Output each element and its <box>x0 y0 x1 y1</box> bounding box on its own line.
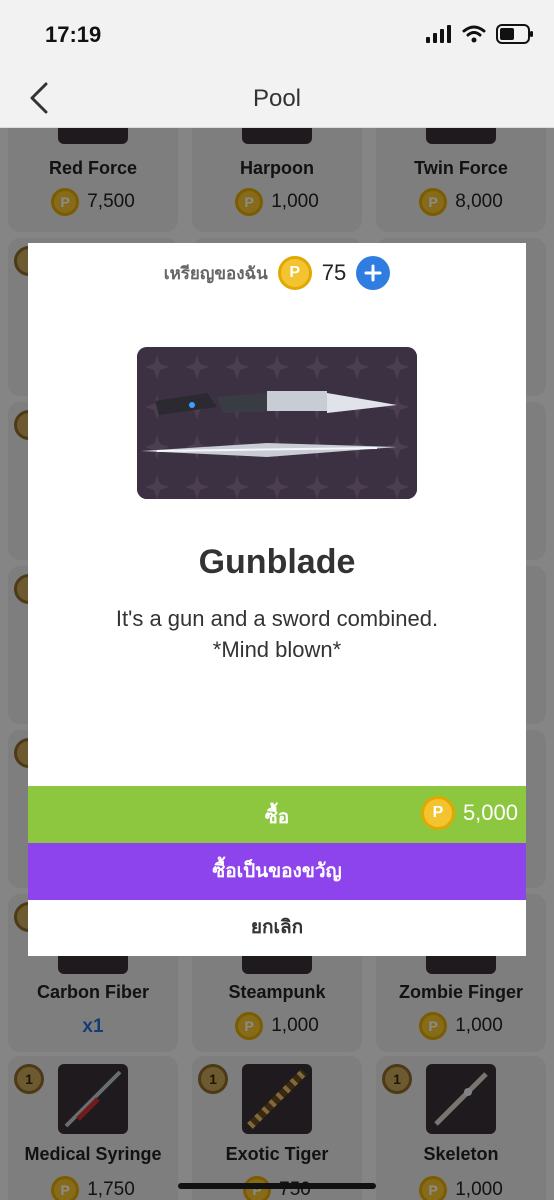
page-title: Pool <box>252 85 302 112</box>
plus-icon <box>364 264 382 282</box>
nav-bar: Pool <box>0 70 554 128</box>
item-title: Gunblade <box>198 543 356 581</box>
status-icons <box>426 24 534 44</box>
battery-icon <box>496 24 533 44</box>
status-bar: 17:19 <box>0 0 554 70</box>
coin-balance: เหรียญของฉัน P 75 <box>28 255 526 291</box>
buy-as-gift-button[interactable]: ซื้อเป็นของขวัญ <box>28 843 526 900</box>
description-line-2: *Mind blown* <box>212 637 342 662</box>
status-time: 17:19 <box>45 22 102 47</box>
purchase-dialog: เหรียญของฉัน P 75 Gunblade It's a gun an… <box>28 243 526 956</box>
wifi-icon <box>462 25 486 43</box>
add-coins-button[interactable] <box>356 256 391 290</box>
coin-icon: P <box>420 796 455 830</box>
signal-icon <box>426 25 451 43</box>
buy-price-value: 5,000 <box>462 800 518 825</box>
coin-icon: P <box>277 256 312 290</box>
description-line-1: It's a gun and a sword combined. <box>115 606 439 631</box>
item-description: It's a gun and a sword combined. *Mind b… <box>68 603 486 665</box>
cancel-button[interactable]: ยกเลิก <box>28 900 526 956</box>
balance-value: 75 <box>321 260 347 285</box>
balance-label: เหรียญของฉัน <box>163 263 268 283</box>
gunblade-image <box>137 347 417 499</box>
buy-price: P 5,000 <box>420 796 518 830</box>
buy-button[interactable]: ซื้อ P 5,000 <box>28 786 526 843</box>
item-preview-image <box>137 347 417 499</box>
home-indicator <box>178 1183 376 1189</box>
